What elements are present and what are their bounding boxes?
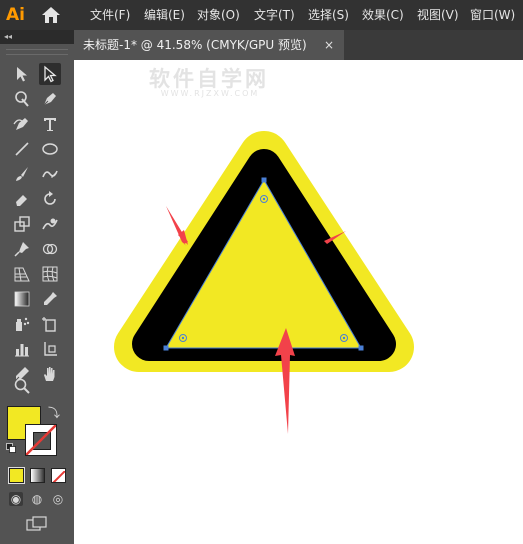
rotate-tool-icon[interactable] — [39, 188, 61, 210]
menu-window[interactable]: 窗口(W) — [470, 0, 515, 30]
symbol-sprayer-tool-icon[interactable] — [11, 313, 33, 335]
warp-tool-icon[interactable] — [39, 213, 61, 235]
color-mode-button[interactable] — [8, 467, 25, 484]
magic-wand-tool-icon[interactable] — [11, 88, 33, 110]
menu-edit[interactable]: 编辑(E) — [144, 0, 185, 30]
menu-view[interactable]: 视图(V) — [417, 0, 459, 30]
eyedropper-tool-icon[interactable] — [39, 288, 61, 310]
menu-effect[interactable]: 效果(C) — [362, 0, 404, 30]
artboard-tool-icon[interactable] — [39, 313, 61, 335]
close-tab-icon[interactable]: × — [324, 30, 334, 60]
draw-normal-icon[interactable]: ◉ — [9, 492, 23, 506]
mesh-tool-icon[interactable] — [39, 263, 61, 285]
shape-builder-tool-icon[interactable] — [39, 238, 61, 260]
default-fill-stroke-icon[interactable] — [6, 443, 16, 453]
direct-selection-tool-icon[interactable] — [39, 63, 61, 85]
curvature-tool-icon[interactable] — [11, 113, 33, 135]
perspective-grid-tool-icon[interactable] — [11, 263, 33, 285]
type-tool-icon[interactable] — [39, 113, 61, 135]
puppet-warp-tool-icon[interactable] — [11, 238, 33, 260]
document-tab-label: 未标题-1* @ 41.58% (CMYK/GPU 预览) — [83, 38, 307, 52]
anchor-point-top — [261, 177, 267, 183]
eraser-tool-icon[interactable] — [11, 188, 33, 210]
app-logo: Ai — [6, 5, 25, 25]
zoom-tool-icon[interactable] — [11, 375, 33, 397]
artboard-canvas[interactable]: 软件自学网 WWW.RJZXW.COM — [74, 60, 523, 544]
line-segment-tool-icon[interactable] — [11, 138, 33, 160]
document-tab-bar: 未标题-1* @ 41.58% (CMYK/GPU 预览) × — [74, 30, 523, 60]
selection-tool-icon[interactable] — [11, 63, 33, 85]
anchor-point-left — [163, 345, 169, 351]
stroke-color-swatch[interactable] — [25, 424, 57, 456]
menu-object[interactable]: 对象(O) — [197, 0, 240, 30]
slice-tool-icon[interactable] — [39, 338, 61, 360]
menu-type[interactable]: 文字(T) — [254, 0, 295, 30]
screen-mode-icon[interactable] — [26, 516, 48, 532]
pen-tool-icon[interactable] — [39, 88, 61, 110]
none-slash-icon — [26, 425, 56, 455]
draw-inside-icon[interactable]: ◎ — [51, 492, 65, 506]
home-icon[interactable] — [40, 5, 62, 25]
shaper-tool-icon[interactable] — [39, 163, 61, 185]
draw-behind-icon[interactable]: ◍ — [30, 492, 44, 506]
paintbrush-tool-icon[interactable] — [11, 163, 33, 185]
gradient-tool-icon[interactable] — [11, 288, 33, 310]
gradient-mode-button[interactable] — [30, 468, 45, 483]
anchor-point-right — [358, 345, 364, 351]
menu-bar: Ai 文件(F) 编辑(E) 对象(O) 文字(T) 选择(S) 效果(C) 视… — [0, 0, 523, 30]
column-graph-tool-icon[interactable] — [11, 338, 33, 360]
ellipse-tool-icon[interactable] — [39, 138, 61, 160]
none-mode-button[interactable] — [51, 468, 66, 483]
collapse-icon[interactable]: ◂◂ — [4, 30, 12, 44]
scale-tool-icon[interactable] — [11, 213, 33, 235]
hand-tool-icon[interactable] — [39, 363, 61, 385]
menu-file[interactable]: 文件(F) — [90, 0, 130, 30]
artwork-layer — [114, 131, 414, 434]
toolbar-grip[interactable] — [6, 49, 68, 55]
menu-select[interactable]: 选择(S) — [308, 0, 349, 30]
swap-fill-stroke-icon[interactable]: ⤵ — [48, 404, 60, 421]
panel-collapse-strip: ◂◂ — [0, 30, 74, 44]
tools-panel: ⤵ ◉ ◍ ◎ — [0, 44, 74, 544]
document-tab[interactable]: 未标题-1* @ 41.58% (CMYK/GPU 预览) × — [74, 30, 344, 60]
